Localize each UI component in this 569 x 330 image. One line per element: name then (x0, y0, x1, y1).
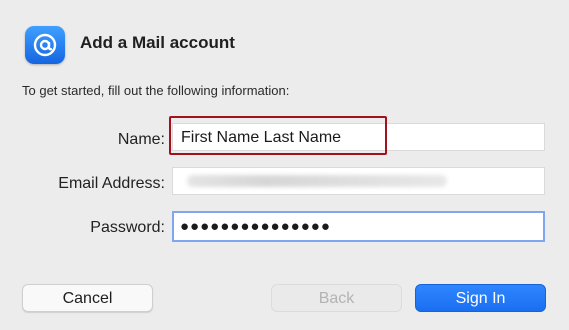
email-field[interactable] (172, 167, 545, 195)
dialog-title: Add a Mail account (80, 33, 235, 52)
email-label: Email Address: (58, 175, 165, 192)
back-button[interactable]: Back (271, 284, 402, 312)
name-field-value: First Name Last Name (181, 129, 342, 146)
password-label: Password: (90, 219, 165, 236)
name-field[interactable]: First Name Last Name (172, 123, 545, 151)
password-field[interactable]: ●●●●●●●●●●●●●●● (172, 211, 545, 242)
sign-in-button[interactable]: Sign In (415, 284, 546, 312)
cancel-button[interactable]: Cancel (22, 284, 153, 312)
at-sign-icon (33, 33, 57, 57)
mail-app-icon (25, 26, 65, 64)
intro-text: To get started, fill out the following i… (22, 83, 290, 98)
email-redacted-blur (187, 175, 447, 187)
password-field-value: ●●●●●●●●●●●●●●● (180, 218, 331, 235)
name-label: Name: (117, 131, 165, 148)
